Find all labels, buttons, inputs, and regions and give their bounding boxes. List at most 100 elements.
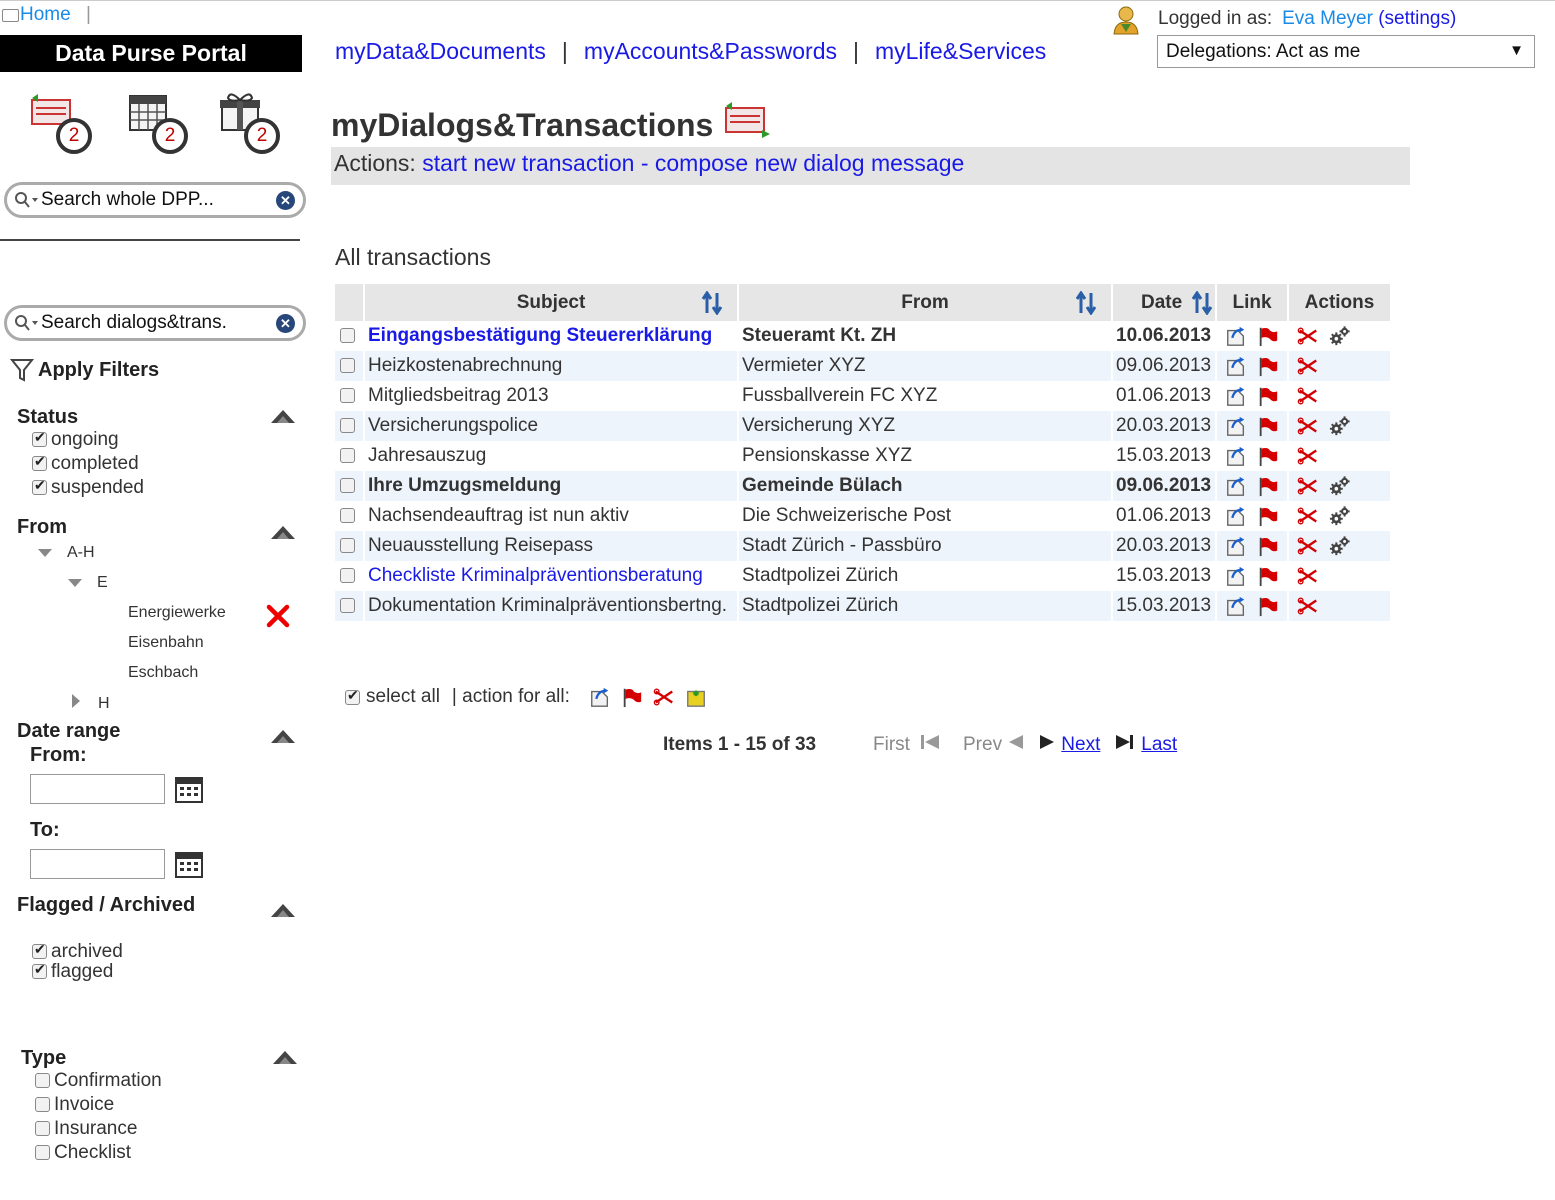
delete-icon[interactable] [1296,415,1320,437]
flag-icon[interactable] [1256,325,1280,347]
row-subject[interactable]: Heizkostenabrechnung [365,351,737,381]
row-checkbox[interactable] [339,448,355,464]
collapse-type-icon[interactable] [272,1049,298,1065]
option-archived[interactable]: archived [32,941,123,963]
gears-icon[interactable] [1328,475,1352,497]
open-link-icon[interactable] [1224,535,1248,557]
from-entry-eschbach[interactable]: Eschbach [128,664,198,682]
select-all-label[interactable]: select all [366,686,440,708]
open-link-icon[interactable] [1224,445,1248,467]
gears-icon[interactable] [1328,505,1352,527]
collapse-status-icon[interactable] [270,408,296,424]
shortcut-gifts[interactable]: 2 [216,88,286,158]
type-option-invoice[interactable]: Invoice [35,1094,114,1116]
status-option-suspended[interactable]: suspended [32,477,144,499]
open-link-icon[interactable] [588,686,612,708]
flag-icon[interactable] [1256,535,1280,557]
tree-node-a-h[interactable]: A-H [38,544,95,562]
user-name-link[interactable]: Eva Meyer [1282,8,1373,29]
shortcut-calendar[interactable]: 2 [124,88,194,158]
row-checkbox[interactable] [339,508,355,524]
header-from[interactable]: From [739,284,1111,321]
table-row[interactable]: Neuausstellung Reisepass Stadt Zürich - P… [335,531,1390,561]
calendar-picker-icon[interactable] [174,774,204,804]
table-row[interactable]: Versicherungspolice Versicherung XYZ 20.03… [335,411,1390,441]
gears-icon[interactable] [1328,535,1352,557]
flag-icon[interactable] [1256,445,1280,467]
flag-icon[interactable] [1256,415,1280,437]
next-page-icon[interactable] [1038,734,1056,750]
date-from-input[interactable] [30,774,165,804]
flag-icon[interactable] [1256,355,1280,377]
row-checkbox[interactable] [339,418,355,434]
collapse-from-icon[interactable] [270,524,296,540]
delete-icon[interactable] [1296,565,1320,587]
type-option-checklist[interactable]: Checklist [35,1142,131,1164]
sort-icon[interactable] [1075,291,1097,315]
pager-last[interactable]: Last [1114,734,1177,756]
status-option-ongoing[interactable]: ongoing [32,429,119,451]
nav-myaccounts[interactable]: myAccounts&Passwords [584,38,837,64]
delegation-select[interactable]: Delegations: Act as me ▼ [1157,35,1535,68]
calendar-picker-icon[interactable] [174,849,204,879]
flag-icon[interactable] [1256,385,1280,407]
global-search-input[interactable]: Search whole DPP... ✕ [4,182,306,218]
delete-icon[interactable] [652,686,676,708]
row-subject[interactable]: Mitgliedsbeitrag 2013 [365,381,737,411]
row-checkbox[interactable] [339,598,355,614]
row-subject[interactable]: Versicherungspolice [365,411,737,441]
tree-node-h[interactable]: H [72,694,110,713]
delete-icon[interactable] [1296,445,1320,467]
row-checkbox[interactable] [339,328,355,344]
open-link-icon[interactable] [1224,505,1248,527]
sort-icon[interactable] [1191,291,1213,315]
row-subject[interactable]: Nachsendeauftrag ist nun aktiv [365,501,737,531]
row-checkbox[interactable] [339,388,355,404]
clear-search-icon[interactable]: ✕ [276,191,295,210]
apply-filters-button[interactable]: Apply Filters [10,357,159,383]
open-link-icon[interactable] [1224,325,1248,347]
delete-icon[interactable] [1296,535,1320,557]
table-row[interactable]: Checkliste Kriminalpräventionsberatung St… [335,561,1390,591]
table-row[interactable]: Jahresauszug Pensionskasse XYZ 15.03.2013 [335,441,1390,471]
local-search-input[interactable]: Search dialogs&trans. ✕ [4,305,306,341]
open-link-icon[interactable] [1224,415,1248,437]
row-checkbox[interactable] [339,568,355,584]
delete-icon[interactable] [1296,505,1320,527]
type-option-insurance[interactable]: Insurance [35,1118,137,1140]
shortcut-transactions[interactable]: 2 [28,88,98,158]
flag-icon[interactable] [1256,565,1280,587]
checkbox[interactable] [32,429,47,448]
header-subject[interactable]: Subject [365,284,737,321]
collapse-date-icon[interactable] [270,728,296,744]
nav-mylife[interactable]: myLife&Services [875,38,1046,64]
delete-icon[interactable] [1296,475,1320,497]
clear-search-icon[interactable]: ✕ [276,314,295,333]
table-row[interactable]: Ihre Umzugsmeldung Gemeinde Bülach 09.06.2… [335,471,1390,501]
last-page-icon[interactable] [1114,734,1136,750]
delete-icon[interactable] [1296,325,1320,347]
row-checkbox[interactable] [339,358,355,374]
compose-dialog-link[interactable]: compose new dialog message [655,150,964,176]
open-link-icon[interactable] [1224,595,1248,617]
date-to-input[interactable] [30,849,165,879]
table-row[interactable]: Mitgliedsbeitrag 2013 Fussballverein FC X… [335,381,1390,411]
checkbox[interactable] [32,961,47,980]
delete-icon[interactable] [1296,595,1320,617]
tree-node-e[interactable]: E [68,574,108,592]
row-subject[interactable]: Dokumentation Kriminalpräventionsbertng. [365,591,737,621]
checkbox[interactable] [35,1145,50,1161]
row-subject[interactable]: Ihre Umzugsmeldung [365,471,737,501]
row-subject[interactable]: Checkliste Kriminalpräventionsberatung [365,561,737,591]
flag-icon[interactable] [1256,595,1280,617]
checkbox[interactable] [35,1073,50,1089]
open-link-icon[interactable] [1224,565,1248,587]
type-option-confirmation[interactable]: Confirmation [35,1070,162,1092]
flag-icon[interactable] [1256,505,1280,527]
checkbox[interactable] [32,941,47,960]
flag-icon[interactable] [620,686,644,708]
checkbox[interactable] [35,1097,50,1113]
row-subject[interactable]: Jahresauszug [365,441,737,471]
option-flagged[interactable]: flagged [32,961,113,983]
from-entry-eisenbahn[interactable]: Eisenbahn [128,634,204,652]
